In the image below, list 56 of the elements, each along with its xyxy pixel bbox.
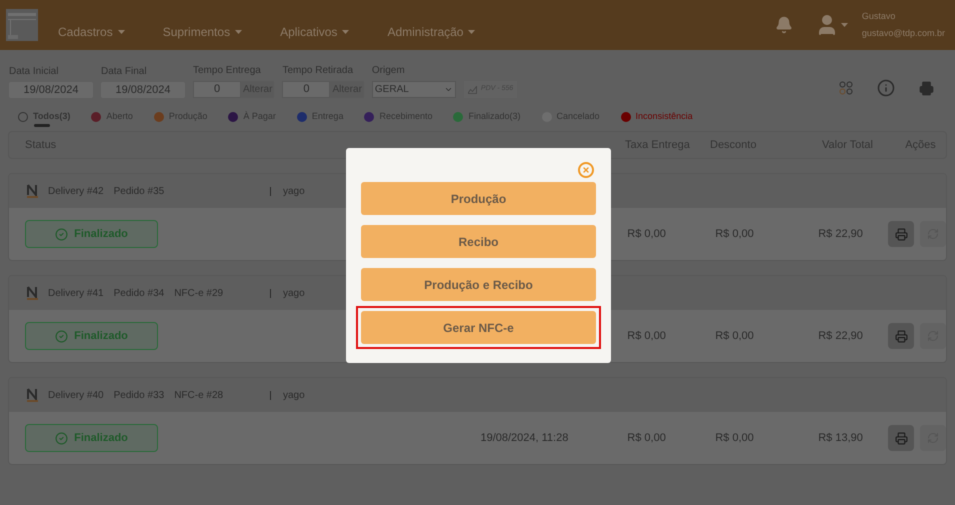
user-name: Gustavo (862, 10, 896, 23)
caret-icon (342, 30, 350, 34)
grid-icon[interactable] (839, 81, 853, 95)
user-email: gustavo@tdp.com.br (862, 27, 945, 40)
chart-icon (468, 86, 477, 94)
caret-icon (235, 30, 242, 34)
time-field[interactable]: 0 (193, 81, 241, 98)
table-cell: R$ 0,00 (627, 330, 666, 342)
caret-icon (118, 30, 125, 34)
nav-menu[interactable]: Cadastros (58, 23, 125, 41)
status-badge: Finalizado (25, 220, 158, 248)
print-icon[interactable] (919, 80, 934, 96)
close-icon (582, 166, 590, 174)
status-badge: Finalizado (25, 322, 158, 350)
origin-select[interactable]: GERAL (372, 81, 456, 98)
printer-icon (894, 228, 908, 240)
radio-icon (18, 112, 28, 122)
print-button[interactable] (888, 221, 914, 247)
date-field[interactable]: 19/08/2024 (101, 82, 185, 98)
check-icon (55, 330, 68, 342)
table-cell: R$ 22,90 (818, 330, 863, 342)
option-button[interactable]: Produção (361, 182, 596, 215)
print-button[interactable] (888, 425, 914, 451)
caret-icon (840, 23, 848, 27)
caret-icon (468, 30, 476, 34)
table-cell: R$ 0,00 (627, 432, 666, 444)
nav-menu[interactable]: Aplicativos (280, 23, 350, 41)
table-cell: R$ 0,00 (715, 228, 754, 240)
notification-icon[interactable] (774, 16, 793, 34)
table-cell: R$ 13,90 (818, 432, 863, 444)
check-icon (55, 228, 68, 240)
check-icon (55, 432, 68, 444)
option-button[interactable]: Produção e Recibo (361, 268, 596, 301)
table-cell: R$ 22,90 (818, 228, 863, 240)
logo-icon (27, 286, 38, 300)
table-cell: R$ 0,00 (715, 432, 754, 444)
nav-menu[interactable]: Administração (387, 23, 476, 41)
table-cell: R$ 0,00 (627, 228, 666, 240)
chevron-icon (444, 85, 453, 94)
status-filter[interactable]: Inconsistência (620, 110, 693, 124)
close-button[interactable] (578, 162, 594, 178)
printer-icon (894, 330, 908, 342)
printer-icon (894, 432, 908, 444)
nav-menu[interactable]: Suprimentos (162, 23, 242, 41)
table-cell: 19/08/2024, 11:28 (480, 432, 568, 444)
status-badge: Finalizado (25, 424, 158, 452)
date-field[interactable]: 19/08/2024 (9, 82, 93, 98)
option-button[interactable]: Recibo (361, 225, 596, 258)
print-button[interactable] (888, 323, 914, 349)
logo-icon (27, 388, 38, 402)
logo-icon (27, 184, 38, 198)
time-field[interactable]: 0 (282, 81, 330, 98)
table-cell: R$ 0,00 (715, 330, 754, 342)
info-icon[interactable] (877, 79, 895, 97)
logo-icon (6, 9, 38, 41)
option-button[interactable]: Gerar NFC-e (361, 311, 596, 344)
